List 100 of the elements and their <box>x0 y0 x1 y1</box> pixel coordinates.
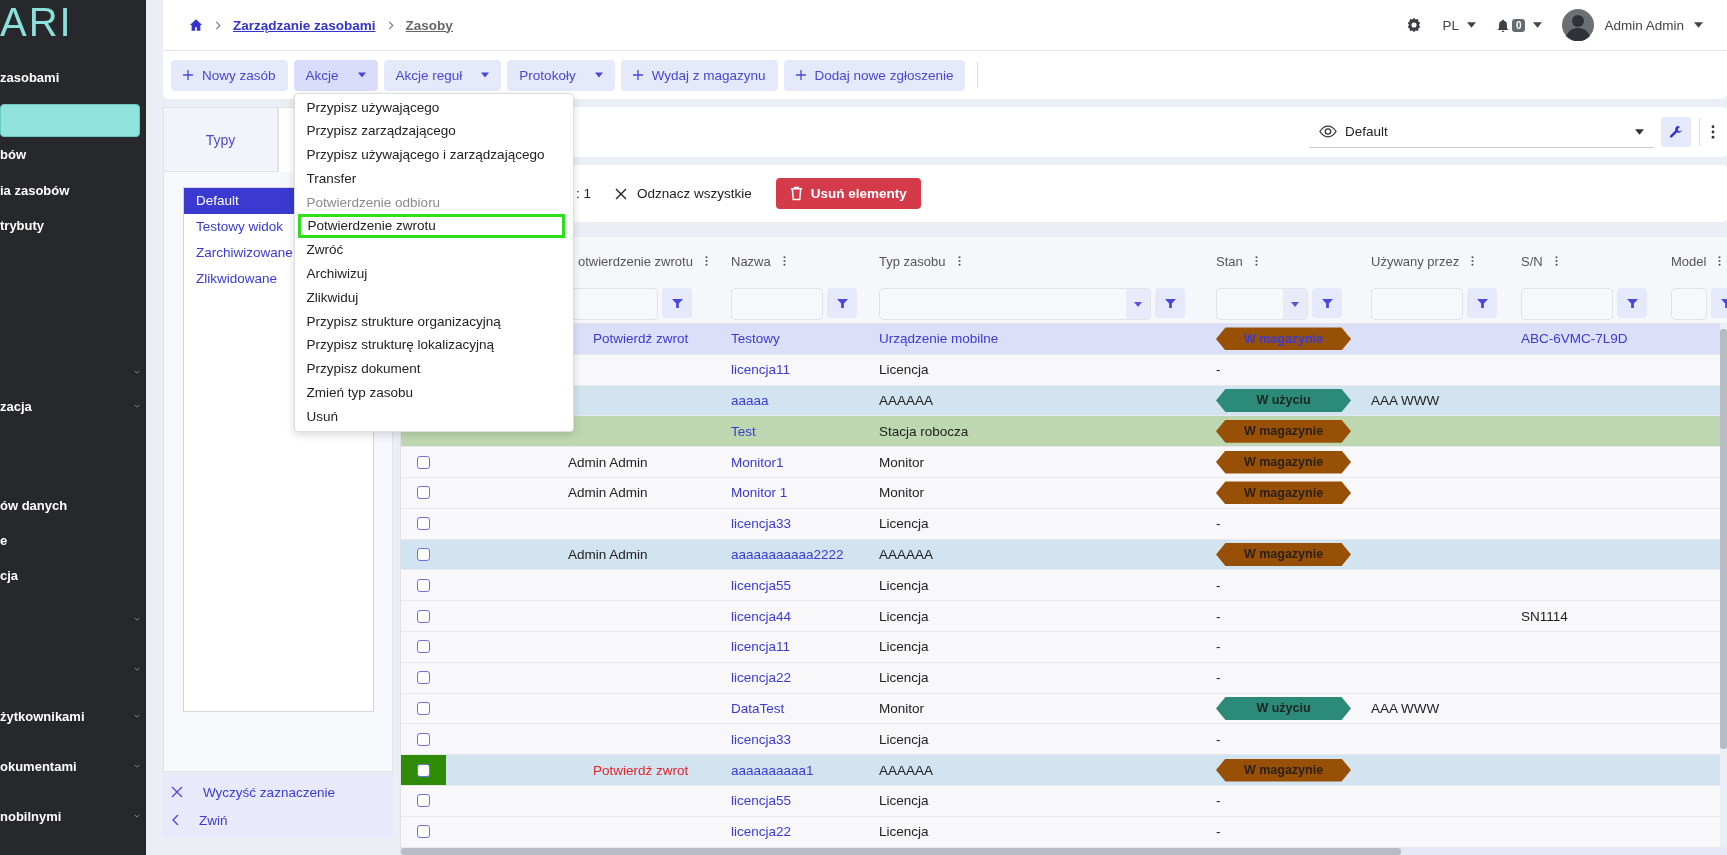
asset-name-link[interactable]: Test <box>731 423 756 439</box>
settings-button[interactable] <box>1661 117 1691 147</box>
filter-icon <box>1164 297 1176 309</box>
home-icon[interactable] <box>189 18 203 32</box>
more-icon[interactable] <box>1711 125 1715 139</box>
delete-button[interactable]: Usuń elementy <box>775 178 921 209</box>
asset-name-link[interactable]: licencja22 <box>731 824 792 840</box>
column-menu-icon[interactable] <box>782 255 786 267</box>
menu-item[interactable]: Transfer <box>294 166 573 191</box>
close-icon <box>615 187 627 200</box>
menu-item[interactable]: Przypisz zarządzającego <box>294 119 573 144</box>
row-checkbox[interactable] <box>417 763 430 777</box>
table-cell: Licencja <box>879 793 929 809</box>
add-button[interactable]: Dodaj nowe zgłoszenie <box>783 59 966 91</box>
menu-item[interactable]: Archiwizuj <box>294 262 573 286</box>
asset-name-link[interactable]: aaaaaaaaaa1 <box>731 762 814 778</box>
scrollbar[interactable] <box>1720 323 1727 847</box>
menu-item[interactable]: Przypisz używającego <box>294 95 573 120</box>
filter-button[interactable] <box>1617 288 1647 318</box>
menu-item[interactable]: Zlikwiduj <box>294 285 573 310</box>
asset-name-link[interactable]: Testowy <box>731 331 780 347</box>
row-checkbox[interactable] <box>417 486 430 500</box>
asset-name-link[interactable]: licencja11 <box>731 362 791 378</box>
row-checkbox[interactable] <box>417 578 430 592</box>
row-checkbox[interactable] <box>417 609 430 623</box>
filter-button[interactable] <box>662 288 692 318</box>
sidebar-item[interactable]: e <box>0 523 146 557</box>
scrollbar[interactable] <box>401 848 1727 855</box>
column-menu-icon[interactable] <box>1471 255 1475 267</box>
collapse-button[interactable]: Zwiń <box>163 806 228 834</box>
sidebar-item[interactable]: cja <box>0 558 146 592</box>
asset-name-link[interactable]: licencja55 <box>731 793 792 809</box>
menu-item[interactable]: Usuń <box>294 404 573 429</box>
row-checkbox[interactable] <box>417 701 430 715</box>
chevron-right-icon <box>387 20 394 30</box>
menu-item[interactable]: Przypisz strukture organizacyjną <box>294 309 573 334</box>
sidebar-item[interactable]: zasobami <box>0 60 146 94</box>
language-dropdown[interactable]: PL <box>1442 17 1476 33</box>
tab[interactable]: Typy <box>163 107 278 172</box>
filter-icon <box>1626 297 1638 309</box>
trash-icon <box>789 186 803 201</box>
asset-name-link[interactable]: aaaaaaaaaaa2222 <box>731 546 844 562</box>
menu-item[interactable]: Potwierdzenie zwrotu <box>297 214 565 239</box>
asset-name-link[interactable]: aaaaa <box>731 393 769 408</box>
filter-button[interactable] <box>1312 288 1342 318</box>
row-checkbox[interactable] <box>417 825 430 839</box>
row-checkbox[interactable] <box>417 640 430 654</box>
breadcrumb-link[interactable]: Zarządzanie zasobami <box>233 17 376 33</box>
add-button[interactable]: Nowy zasób <box>171 59 288 91</box>
row-checkbox[interactable] <box>417 732 430 746</box>
filter-button[interactable] <box>1155 288 1185 318</box>
asset-name-link[interactable]: licencja44 <box>731 608 792 624</box>
asset-name-link[interactable]: licencja33 <box>731 731 792 747</box>
dropdown-button[interactable]: Protokoły <box>507 59 615 91</box>
clear-selection-button[interactable]: Wyczyść zaznaczenie <box>163 778 335 806</box>
table-cell: Licencja <box>879 824 929 840</box>
row-checkbox[interactable] <box>417 517 430 531</box>
row-checkbox[interactable] <box>417 455 430 469</box>
deselect-all-button[interactable]: Odznacz wszystkie <box>615 186 752 201</box>
asset-name-link[interactable]: licencja33 <box>731 516 792 532</box>
column-menu-icon[interactable] <box>1718 255 1722 267</box>
add-button[interactable]: Wydaj z magazynu <box>620 59 778 91</box>
sidebar-item[interactable]: ów danych <box>0 488 146 522</box>
confirm-return-link[interactable]: Potwierdź zwrot <box>593 331 689 347</box>
row-checkbox[interactable] <box>417 794 430 808</box>
asset-name-link[interactable]: Monitor1 <box>731 454 784 470</box>
dropdown-button[interactable]: Akcje <box>293 59 378 91</box>
menu-item[interactable]: Przypisz dokument <box>294 357 573 382</box>
sidebar-item[interactable]: nobilnymi <box>0 799 146 833</box>
sidebar-item[interactable]: zacja <box>0 389 146 423</box>
asset-name-link[interactable]: Monitor 1 <box>731 485 788 501</box>
menu-item[interactable]: Przypisz używającego i zarządzającego <box>294 143 573 167</box>
filter-button[interactable] <box>827 288 857 318</box>
sidebar-item[interactable]: trybuty <box>0 208 146 242</box>
breadcrumb-link[interactable]: Zasoby <box>405 17 453 33</box>
menu-item[interactable]: Zmień typ zasobu <box>294 381 573 405</box>
row-checkbox[interactable] <box>417 547 430 561</box>
sidebar-item[interactable]: żytkownikami <box>0 699 146 733</box>
confirm-return-link[interactable]: Potwierdź zwrot <box>593 762 689 778</box>
dropdown-button[interactable]: Akcje reguł <box>383 59 502 91</box>
asset-name-link[interactable]: licencja11 <box>731 639 791 655</box>
row-checkbox[interactable] <box>417 671 430 685</box>
asset-name-link[interactable]: DataTest <box>731 700 785 716</box>
menu-item[interactable]: Przypisz strukturę lokalizacyjną <box>294 333 573 358</box>
column-menu-icon[interactable] <box>1254 255 1258 267</box>
asset-name-link[interactable]: licencja55 <box>731 577 792 593</box>
sidebar-item[interactable]: bów <box>0 137 146 171</box>
view-dropdown[interactable]: Default <box>1309 116 1654 148</box>
notifications-button[interactable]: 0 <box>1495 17 1543 33</box>
sidebar-item[interactable]: ia zasobów <box>0 173 146 207</box>
menu-item[interactable]: Zwróć <box>294 238 573 263</box>
asset-name-link[interactable]: licencja22 <box>731 670 792 686</box>
filter-button[interactable] <box>1467 288 1497 318</box>
column-menu-icon[interactable] <box>957 255 961 267</box>
column-menu-icon[interactable] <box>1554 255 1558 267</box>
settings-icon[interactable] <box>1406 17 1423 33</box>
user-menu[interactable]: Admin Admin <box>1562 9 1703 41</box>
table-cell: Monitor <box>879 485 924 501</box>
sidebar-item[interactable]: okumentami <box>0 749 146 783</box>
column-menu-icon[interactable] <box>704 255 708 267</box>
